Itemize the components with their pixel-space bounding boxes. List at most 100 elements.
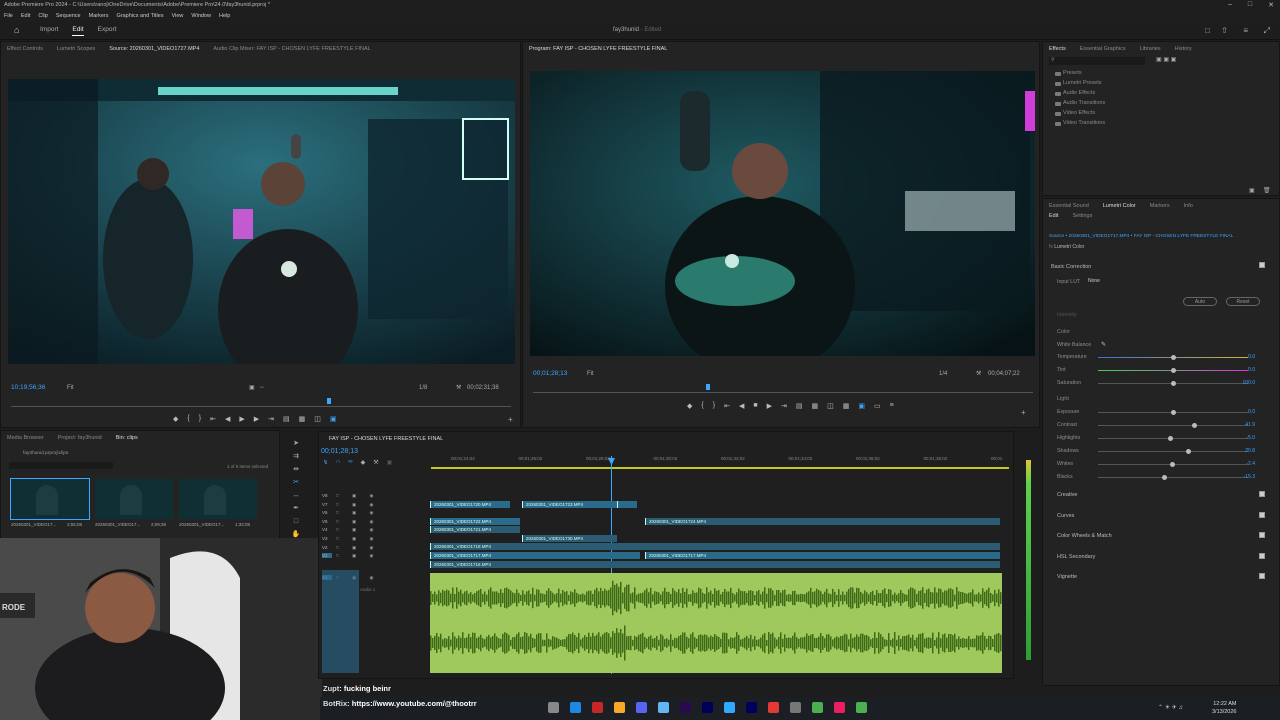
tree-audio-transitions[interactable]: Audio Transitions <box>1043 100 1279 110</box>
program-add-button-icon[interactable]: + <box>1021 408 1026 417</box>
tree-lumetri-presets[interactable]: Lumetri Presets <box>1043 80 1279 90</box>
clip-v4[interactable]: 20260301_VIDEO1730.MP4 <box>522 535 617 542</box>
subtab-settings[interactable]: Settings <box>1072 213 1092 219</box>
basic-correction-checkbox[interactable] <box>1259 262 1265 268</box>
eyedropper-icon[interactable]: ✎ <box>1101 341 1106 348</box>
tab-markers[interactable]: Markers <box>1150 203 1170 209</box>
settings-icon[interactable]: ▣ <box>330 415 337 423</box>
discord-icon[interactable] <box>636 702 647 713</box>
color-slider-2[interactable] <box>1098 381 1248 386</box>
timeline-wrench-icon[interactable]: ⚒ <box>373 459 378 466</box>
source-scrubber[interactable] <box>11 406 511 407</box>
opera-icon[interactable] <box>592 702 603 713</box>
track-toggle-icons[interactable]: □ ▣ ◉ <box>336 545 379 551</box>
tab-program[interactable]: Program: FAY ISP - CHOSEN LYFE FREESTYLE… <box>529 46 667 52</box>
menu-graphics[interactable]: Graphics and Titles <box>117 13 164 19</box>
clip-thumbnail-2[interactable] <box>179 479 257 519</box>
section-checkbox-3[interactable] <box>1259 552 1265 559</box>
effects-search-input[interactable]: ⚲ <box>1049 57 1145 65</box>
tab-bin-clips[interactable]: Bin: clips <box>116 435 138 441</box>
color-slider-1[interactable] <box>1098 368 1248 373</box>
light-knob-0[interactable] <box>1171 410 1176 415</box>
track-label-v1[interactable]: V1 <box>322 553 332 559</box>
section-vignette[interactable]: Vignette <box>1057 574 1077 580</box>
pen-tool-icon[interactable]: ✒ <box>288 502 304 515</box>
nest-icon[interactable]: ↯ <box>323 459 328 466</box>
tray-icons[interactable]: ⌃ ☀ ✈ ♫ <box>1158 704 1183 711</box>
light-value-3[interactable]: 20.8 <box>1245 448 1255 454</box>
program-mark-out-icon[interactable]: } <box>713 402 715 410</box>
premiere-icon[interactable] <box>680 702 691 713</box>
obs-icon[interactable] <box>812 702 823 713</box>
track-label-v6[interactable]: V6 <box>322 510 332 515</box>
program-go-to-out-icon[interactable]: ⇥ <box>781 402 787 410</box>
menu-help[interactable]: Help <box>219 13 230 19</box>
source-timecode[interactable]: 10;19;56;36 <box>11 384 45 391</box>
play-icon[interactable]: ▶ <box>239 415 244 423</box>
source-resolution[interactable]: 1/8 <box>419 385 427 391</box>
tab-essential-graphics[interactable]: Essential Graphics <box>1080 46 1126 52</box>
program-go-to-in-icon[interactable]: ⇤ <box>724 402 730 410</box>
track-toggle-icons[interactable]: □ ▣ ◉ <box>336 493 379 499</box>
filter-icons[interactable]: ▣ ▣ ▣ <box>1156 56 1176 63</box>
track-toggle-icons[interactable]: □ ▣ ◉ <box>336 502 379 508</box>
track-label-v3[interactable]: V3 <box>322 536 332 541</box>
linked-icon[interactable]: ∞ <box>348 459 352 466</box>
menu-icon[interactable]: ≡ <box>1243 26 1248 35</box>
color-knob-0[interactable] <box>1171 355 1176 360</box>
auto-button[interactable]: Auto <box>1183 297 1217 306</box>
track-toggle-icons[interactable]: □ ▣ ◉ <box>336 553 379 559</box>
multicam-icon[interactable]: ≡ <box>890 402 894 410</box>
light-slider-0[interactable] <box>1098 410 1248 415</box>
tab-effects[interactable]: Effects <box>1049 46 1066 52</box>
section-checkbox-0[interactable] <box>1259 491 1265 497</box>
tree-presets[interactable]: Presets <box>1043 70 1279 80</box>
fullscreen-icon[interactable]: ⤢ <box>1264 26 1270 36</box>
light-value-0[interactable]: 0.0 <box>1248 409 1255 415</box>
color-value-2[interactable]: 100.0 <box>1242 380 1255 386</box>
section-checkbox-1[interactable] <box>1259 511 1265 518</box>
section-hsl-secondary[interactable]: HSL Secondary <box>1057 554 1095 560</box>
minimize-icon[interactable]: – <box>1228 1 1232 9</box>
slip-tool-icon[interactable]: ↔ <box>288 489 304 502</box>
program-resolution[interactable]: 1/4 <box>939 371 947 377</box>
program-wrench-icon[interactable]: ⚒ <box>976 370 981 377</box>
tab-essential-sound[interactable]: Essential Sound <box>1049 203 1089 209</box>
mark-out-icon[interactable]: } <box>199 415 201 423</box>
clip-v6-b[interactable]: 20260301_VIDEO1724.MP4 <box>645 518 1000 525</box>
tab-audio-clip-mixer[interactable]: Audio Clip Mixer: FAY ISP - CHOSEN LYFE … <box>213 46 370 52</box>
program-export-frame-icon[interactable]: ◫ <box>827 402 834 410</box>
menu-window[interactable]: Window <box>191 13 211 19</box>
lift-icon[interactable]: ▤ <box>796 402 803 410</box>
program-timecode[interactable]: 00;01;28;13 <box>533 370 567 377</box>
color-value-1[interactable]: 0.0 <box>1248 367 1255 373</box>
track-label-v4[interactable]: V4 <box>322 527 332 532</box>
tab-source[interactable]: Source: 20260301_VIDEO1727.MP4 <box>109 46 199 52</box>
track-toggle-icons[interactable]: □ ▣ ◉ <box>336 519 379 525</box>
subtab-edit[interactable]: Edit <box>1049 213 1058 219</box>
clip-v1[interactable]: 20260301_VIDEO1716.MP4 <box>430 561 1000 568</box>
light-slider-3[interactable] <box>1098 449 1248 454</box>
section-checkbox-2[interactable] <box>1259 532 1265 538</box>
light-knob-2[interactable] <box>1168 436 1173 441</box>
section-creative[interactable]: Creative <box>1057 492 1077 498</box>
source-playhead[interactable] <box>327 398 331 404</box>
timeline-timecode[interactable]: 00;01;28;13 <box>321 448 358 455</box>
step-forward-icon[interactable]: ▶ <box>254 415 259 423</box>
light-knob-5[interactable] <box>1162 475 1167 480</box>
close-icon[interactable]: ✕ <box>1268 1 1274 9</box>
vr-icon[interactable]: ▭ <box>874 402 881 410</box>
light-value-1[interactable]: 41.9 <box>1245 422 1255 428</box>
clip-v7-a[interactable]: 20260301_VIDEO1720.MP4 <box>430 501 510 508</box>
program-settings-icon[interactable]: ▣ <box>858 402 865 410</box>
tree-video-effects[interactable]: Video Effects <box>1043 110 1279 120</box>
tab-media-browser[interactable]: Media Browser <box>7 435 44 441</box>
light-knob-1[interactable] <box>1192 423 1197 428</box>
add-marker-icon[interactable]: ◆ <box>361 459 366 466</box>
lumetri-source-line[interactable]: Source • 20260301_VIDEO1717.MP4 • FAY IS… <box>1049 234 1274 239</box>
light-value-2[interactable]: -5.0 <box>1246 435 1255 441</box>
add-button-icon[interactable]: + <box>508 415 513 424</box>
menu-edit[interactable]: Edit <box>21 13 30 19</box>
clip-v7-c[interactable] <box>617 501 637 508</box>
mark-icon[interactable]: ▣ <box>249 384 255 391</box>
